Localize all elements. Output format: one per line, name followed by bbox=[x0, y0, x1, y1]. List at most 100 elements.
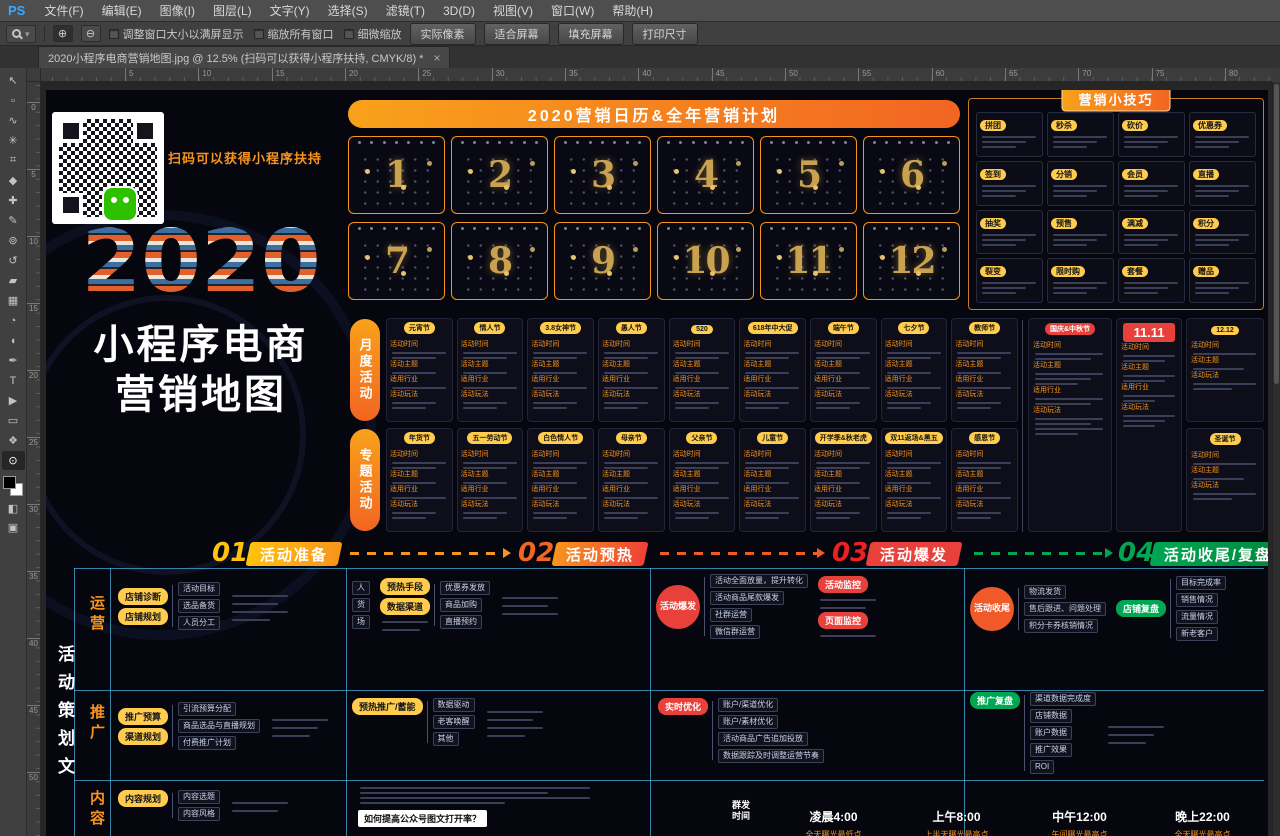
hand-tool[interactable]: ❖ bbox=[2, 431, 25, 450]
eraser-tool[interactable]: ▰ bbox=[2, 271, 25, 290]
activity-name: 520 bbox=[691, 325, 713, 334]
zoom-option-checkbox[interactable]: 细微缩放 bbox=[344, 26, 402, 42]
content-copy-block: 如何提高公众号图文打开率？ bbox=[358, 784, 608, 827]
close-tab-icon[interactable]: × bbox=[433, 51, 440, 65]
move-tool[interactable]: ↖ bbox=[2, 71, 25, 90]
crop-tool[interactable]: ⌗ bbox=[2, 151, 25, 170]
brush-tool[interactable]: ✎ bbox=[2, 211, 25, 230]
activity-card: 儿童节 活动时间 活动主题 适用行业 活动玩法 bbox=[739, 428, 806, 532]
quick-mask-button[interactable]: ◧ bbox=[2, 499, 25, 518]
month-number: 9 bbox=[555, 223, 650, 299]
slot-time: 凌晨4:00 bbox=[772, 808, 895, 825]
zoom-action-button[interactable]: 实际像素 bbox=[410, 23, 476, 45]
checkbox-group: 调整窗口大小以满屏显示缩放所有窗口细微缩放 bbox=[109, 26, 402, 42]
phase-1-badge: 活动准备 bbox=[245, 542, 342, 566]
gradient-tool[interactable]: ▦ bbox=[2, 291, 25, 310]
activity-name: 双11返场&黑五 bbox=[885, 432, 942, 444]
zoom-action-button[interactable]: 适合屏幕 bbox=[484, 23, 550, 45]
menu-item[interactable]: 文字(Y) bbox=[261, 0, 319, 21]
tip-name: 优惠券 bbox=[1193, 120, 1227, 131]
activity-name: 母亲节 bbox=[616, 432, 647, 444]
ops-closing-mindmap: 活动收尾 物流发货售后跟进、问题处理积分卡券核销情况 店铺复盘 目标完成率销售情… bbox=[970, 576, 1226, 641]
zoom-option-checkbox[interactable]: 调整窗口大小以满屏显示 bbox=[109, 26, 244, 42]
screen-mode-button[interactable]: ▣ bbox=[2, 518, 25, 537]
lasso-tool[interactable]: ∿ bbox=[2, 111, 25, 130]
christmas-card: 圣诞节 活动时间 活动主题 活动玩法 bbox=[1186, 428, 1264, 532]
zoom-tool-preset[interactable] bbox=[6, 25, 36, 43]
marketing-map-image[interactable]: 扫码可以获得小程序扶持 2020 小程序电商 营销地图 2020营销日历&全年营… bbox=[46, 90, 1268, 836]
menu-bar: PS 文件(F)编辑(E)图像(I)图层(L)文字(Y)选择(S)滤镜(T)3D… bbox=[0, 0, 1280, 22]
menu-item[interactable]: 窗口(W) bbox=[542, 0, 603, 21]
magnifier-icon bbox=[12, 29, 21, 38]
zoom-action-button[interactable]: 打印尺寸 bbox=[632, 23, 698, 45]
content-plan-mindmap: 内容规划 内容选题内容风格 bbox=[118, 790, 290, 821]
zoom-tool[interactable]: ⊙ bbox=[2, 451, 25, 470]
slot-time: 上午8:00 bbox=[895, 808, 1018, 825]
canvas-area[interactable]: 扫码可以获得小程序扶持 2020 小程序电商 营销地图 2020营销日历&全年营… bbox=[41, 82, 1272, 836]
type-tool[interactable]: T bbox=[2, 371, 25, 390]
document-tab[interactable]: 2020小程序电商营销地图.jpg @ 12.5% (扫码可以获得小程序扶持, … bbox=[38, 46, 450, 68]
calendar-month-card: 11 bbox=[760, 222, 857, 300]
activity-name: 父亲节 bbox=[686, 432, 717, 444]
phase-connector bbox=[350, 552, 508, 555]
menu-item[interactable]: 选择(S) bbox=[319, 0, 377, 21]
divider bbox=[1022, 320, 1023, 532]
send-time-slot: 中午12:00 午间曝光最高点 bbox=[1018, 808, 1141, 836]
send-time-label: 群发时间 bbox=[730, 800, 752, 822]
tip-card: 分销 bbox=[1047, 161, 1114, 206]
zoom-option-checkbox[interactable]: 缩放所有窗口 bbox=[254, 26, 334, 42]
rectangle-tool[interactable]: ▭ bbox=[2, 411, 25, 430]
menu-item[interactable]: 文件(F) bbox=[35, 0, 92, 21]
tip-name: 预售 bbox=[1051, 218, 1077, 229]
document-tab-title: 2020小程序电商营销地图.jpg @ 12.5% (扫码可以获得小程序扶持, … bbox=[48, 50, 423, 66]
menu-item[interactable]: 图层(L) bbox=[204, 0, 261, 21]
menu-item[interactable]: 图像(I) bbox=[151, 0, 204, 21]
tip-card: 秒杀 bbox=[1047, 112, 1114, 157]
menu-item[interactable]: 3D(D) bbox=[434, 0, 484, 21]
tip-card: 优惠券 bbox=[1189, 112, 1256, 157]
calendar-month-card: 3 bbox=[554, 136, 651, 214]
menu-item[interactable]: 滤镜(T) bbox=[377, 0, 434, 21]
zoom-action-button[interactable]: 填充屏幕 bbox=[558, 23, 624, 45]
menu-item[interactable]: 视图(V) bbox=[484, 0, 542, 21]
row-label-operations: 运营 bbox=[86, 595, 107, 635]
tip-name: 赠品 bbox=[1193, 266, 1219, 277]
vertical-scrollbar[interactable] bbox=[1272, 82, 1280, 836]
month-number: 2 bbox=[452, 137, 547, 213]
eyedropper-tool[interactable]: ◆ bbox=[2, 171, 25, 190]
path-selection-tool[interactable]: ▶ bbox=[2, 391, 25, 410]
promo-prepare-mindmap: 推广预算 渠道规划 引流预算分配商品选品与直播规划付费推广计划 bbox=[118, 702, 330, 750]
magic-wand-tool[interactable]: ✳ bbox=[2, 131, 25, 150]
pen-tool[interactable]: ✒ bbox=[2, 351, 25, 370]
special-cards-row: 年货节 活动时间 活动主题 适用行业 活动玩法 五一劳动节 活动时间 活动主题 … bbox=[386, 428, 1018, 532]
marquee-tool[interactable]: ▫ bbox=[2, 91, 25, 110]
menu-item[interactable]: 编辑(E) bbox=[93, 0, 151, 21]
tips-panel-title: 营销小技巧 bbox=[1061, 90, 1170, 112]
zoom-in-button[interactable] bbox=[53, 25, 73, 42]
month-number: 4 bbox=[658, 137, 753, 213]
activity-card: 白色情人节 活动时间 活动主题 适用行业 活动玩法 bbox=[527, 428, 594, 532]
blur-tool[interactable]: ◔ bbox=[2, 311, 25, 330]
scrollbar-thumb[interactable] bbox=[1274, 84, 1279, 384]
healing-brush-tool[interactable]: ✚ bbox=[2, 191, 25, 210]
history-brush-tool[interactable]: ↺ bbox=[2, 251, 25, 270]
dodge-tool[interactable]: ◖ bbox=[2, 331, 25, 350]
foreground-color-swatch[interactable] bbox=[3, 476, 16, 489]
zoom-out-button[interactable] bbox=[81, 25, 101, 42]
calendar-month-card: 10 bbox=[657, 222, 754, 300]
calendar-month-card: 12 bbox=[863, 222, 960, 300]
month-number: 5 bbox=[761, 137, 856, 213]
activity-card: 七夕节 活动时间 活动主题 适用行业 活动玩法 bbox=[881, 318, 948, 422]
tip-name: 签到 bbox=[980, 169, 1006, 180]
grid-line bbox=[650, 568, 651, 836]
phase-connector bbox=[974, 552, 1110, 555]
clone-stamp-tool[interactable]: ⊚ bbox=[2, 231, 25, 250]
special-activities-label: 专题活动 bbox=[350, 429, 380, 531]
menu-item[interactable]: 帮助(H) bbox=[603, 0, 662, 21]
send-time-slot: 凌晨4:00 全天曝光最低点 bbox=[772, 808, 895, 836]
phase-1-number: 01 bbox=[212, 538, 248, 568]
toolbox: ↖▫∿✳⌗◆✚✎⊚↺▰▦◔◖✒T▶▭❖⊙ ◧ ▣ bbox=[0, 68, 27, 836]
ops-warmup-mindmap: 人货场 预热手段 数据渠道 优惠券发放商品加购直播预约 bbox=[352, 578, 560, 631]
color-swatches[interactable] bbox=[3, 476, 23, 496]
tip-name: 秒杀 bbox=[1051, 120, 1077, 131]
